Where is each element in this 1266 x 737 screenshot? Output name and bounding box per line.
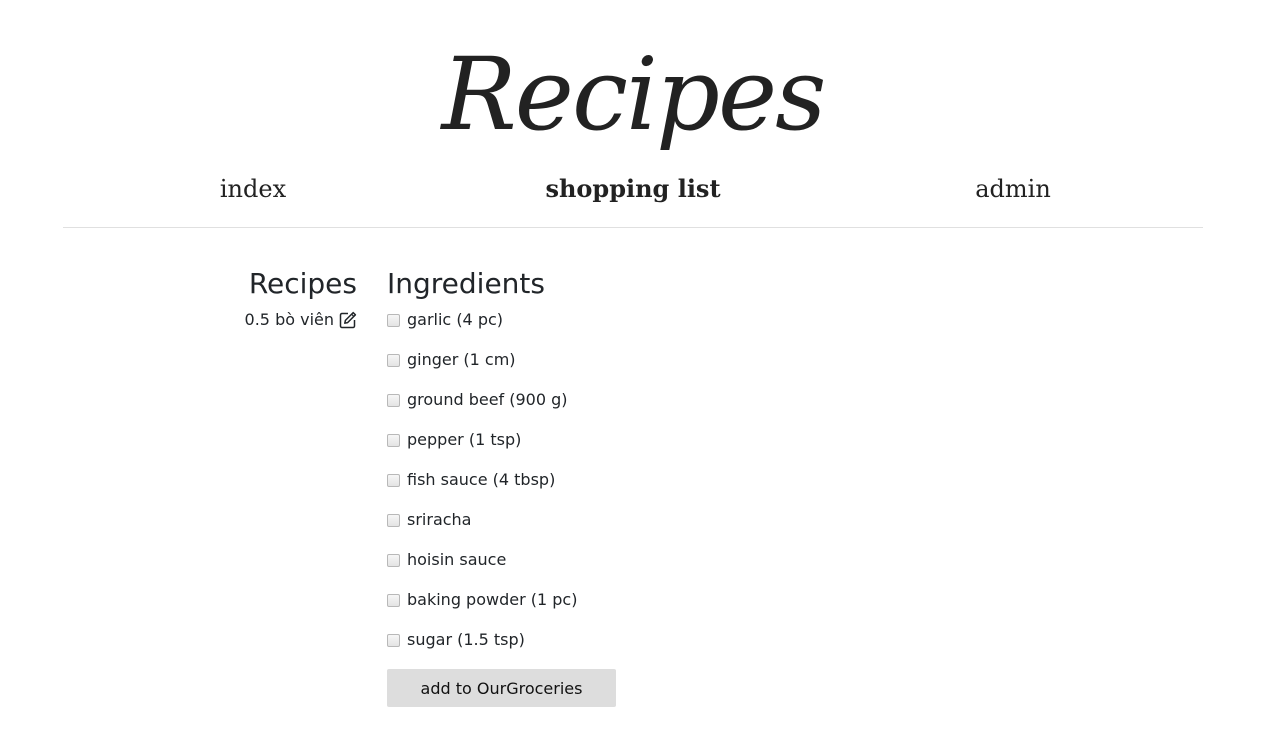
ingredient-item: hoisin sauce <box>387 549 577 571</box>
ingredient-list: garlic (4 pc) ginger (1 cm) ground beef … <box>387 309 577 669</box>
ingredient-label[interactable]: hoisin sauce <box>407 549 506 571</box>
ingredient-checkbox-baking-powder[interactable] <box>387 593 400 607</box>
ingredient-label[interactable]: garlic (4 pc) <box>407 309 503 331</box>
ingredient-item: baking powder (1 pc) <box>387 589 577 611</box>
ingredient-item: fish sauce (4 tbsp) <box>387 469 577 491</box>
nav-link-shopping-list[interactable]: shopping list <box>545 170 720 208</box>
ingredient-label[interactable]: baking powder (1 pc) <box>407 589 577 611</box>
ingredient-checkbox-pepper[interactable] <box>387 433 400 447</box>
ingredient-label[interactable]: ginger (1 cm) <box>407 349 516 371</box>
ingredients-heading: Ingredients <box>387 267 545 300</box>
add-to-ourgroceries-button[interactable]: add to OurGroceries <box>387 669 616 707</box>
ingredient-label[interactable]: ground beef (900 g) <box>407 389 568 411</box>
ingredient-checkbox-ginger[interactable] <box>387 353 400 367</box>
ingredient-item: ground beef (900 g) <box>387 389 577 411</box>
site-title: Recipes <box>441 36 827 153</box>
ingredient-checkbox-sugar[interactable] <box>387 633 400 647</box>
recipe-entry-label: 0.5 bò viên <box>244 310 334 329</box>
recipes-heading: Recipes <box>248 267 357 300</box>
nav-link-admin[interactable]: admin <box>975 170 1051 208</box>
ingredient-checkbox-fish-sauce[interactable] <box>387 473 400 487</box>
ingredient-checkbox-garlic[interactable] <box>387 313 400 327</box>
ingredient-item: sriracha <box>387 509 577 531</box>
ingredient-checkbox-ground-beef[interactable] <box>387 393 400 407</box>
ingredient-item: sugar (1.5 tsp) <box>387 629 577 651</box>
ingredient-label[interactable]: sriracha <box>407 509 471 531</box>
ingredient-checkbox-sriracha[interactable] <box>387 513 400 527</box>
header-divider <box>63 227 1203 228</box>
ingredient-label[interactable]: sugar (1.5 tsp) <box>407 629 525 651</box>
ingredient-label[interactable]: pepper (1 tsp) <box>407 429 521 451</box>
ingredient-item: garlic (4 pc) <box>387 309 577 331</box>
ingredient-item: ginger (1 cm) <box>387 349 577 371</box>
edit-icon[interactable] <box>339 311 357 329</box>
nav-link-index[interactable]: index <box>220 170 286 208</box>
ingredient-checkbox-hoisin-sauce[interactable] <box>387 553 400 567</box>
ingredient-item: pepper (1 tsp) <box>387 429 577 451</box>
ingredient-label[interactable]: fish sauce (4 tbsp) <box>407 469 555 491</box>
recipe-entry: 0.5 bò viên <box>245 309 357 331</box>
